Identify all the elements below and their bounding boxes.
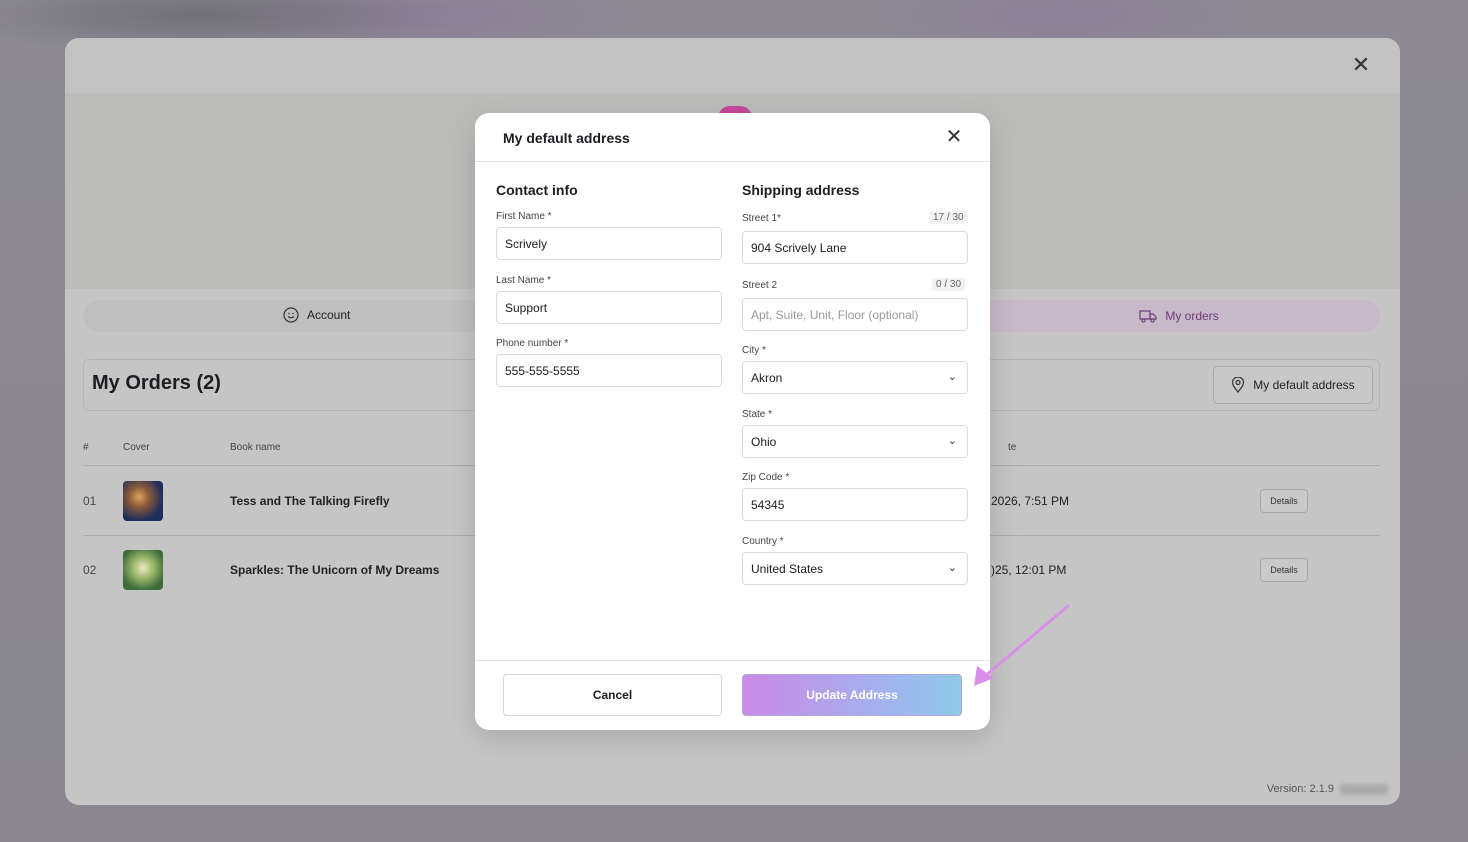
cancel-button[interactable]: Cancel: [503, 674, 722, 716]
close-icon[interactable]: ✕: [944, 127, 964, 147]
chevron-down-icon: ⌄: [947, 562, 957, 574]
col-header-number: #: [83, 442, 89, 453]
tab-account-label: Account: [307, 308, 351, 322]
book-name: Sparkles: The Unicorn of My Dreams: [230, 563, 440, 577]
version-text: Version: 2.1.9: [1266, 783, 1334, 795]
default-address-button-label: My default address: [1253, 378, 1355, 392]
last-name-label: Last Name *: [496, 275, 552, 286]
truck-icon: [1139, 310, 1157, 323]
order-date: )25, 12:01 PM: [991, 563, 1067, 577]
city-label: City *: [742, 345, 766, 356]
phone-field[interactable]: 555-555-5555: [496, 354, 722, 387]
country-select[interactable]: United States ⌄: [742, 552, 968, 585]
city-select[interactable]: Akron ⌄: [742, 361, 968, 394]
chevron-down-icon: ⌄: [947, 371, 957, 383]
phone-label: Phone number *: [496, 338, 569, 349]
last-name-field[interactable]: Support: [496, 291, 722, 324]
order-date: 2026, 7:51 PM: [991, 494, 1070, 508]
update-address-button[interactable]: Update Address: [742, 674, 962, 716]
row-number: 02: [83, 563, 97, 577]
chevron-down-icon: ⌄: [947, 435, 957, 447]
map-pin-icon: [1232, 377, 1245, 393]
street1-char-counter: 17 / 30: [929, 211, 968, 224]
state-select[interactable]: Ohio ⌄: [742, 425, 968, 458]
street1-field[interactable]: 904 Scrively Lane: [742, 231, 968, 264]
smile-icon: [283, 307, 299, 323]
details-button[interactable]: Details: [1260, 558, 1308, 582]
modal-title: My default address: [503, 130, 630, 146]
country-select-value: United States: [751, 561, 824, 576]
tab-account[interactable]: Account: [283, 307, 350, 323]
divider: [475, 660, 990, 661]
contact-info-title: Contact info: [496, 182, 578, 198]
col-header-cover: Cover: [123, 442, 150, 453]
details-button[interactable]: Details: [1260, 489, 1308, 513]
shipping-address-title: Shipping address: [742, 182, 860, 198]
first-name-field[interactable]: Scrively: [496, 227, 722, 260]
col-header-book-name: Book name: [230, 442, 281, 453]
zip-field[interactable]: 54345: [742, 488, 968, 521]
book-cover-image: [123, 550, 163, 590]
street2-label: Street 2: [742, 280, 778, 291]
tab-my-orders-label: My orders: [1165, 309, 1219, 323]
version-label: Version: 2.1.9: [1267, 783, 1388, 795]
country-label: Country *: [742, 536, 784, 547]
state-select-value: Ohio: [751, 434, 777, 449]
street2-char-counter: 0 / 30: [932, 278, 966, 291]
default-address-button[interactable]: My default address: [1213, 366, 1373, 404]
zip-label: Zip Code *: [742, 472, 790, 483]
first-name-label: First Name *: [496, 211, 552, 222]
street2-field[interactable]: Apt, Suite, Unit, Floor (optional): [742, 298, 968, 331]
row-number: 01: [83, 494, 97, 508]
default-address-modal: My default address ✕ Contact info First …: [475, 113, 990, 730]
book-name: Tess and The Talking Firefly: [230, 494, 390, 508]
city-select-value: Akron: [751, 370, 783, 385]
book-cover-image: [123, 481, 163, 521]
modal-header: My default address ✕: [475, 113, 990, 162]
redacted-text: [1340, 783, 1388, 795]
app-topbar: [65, 38, 1400, 93]
col-header-date: te: [1008, 442, 1017, 453]
annotation-arrow-icon: [974, 604, 1070, 686]
street1-label: Street 1*: [742, 213, 781, 224]
close-icon[interactable]: ✕: [1350, 54, 1372, 76]
tab-my-orders[interactable]: My orders: [978, 300, 1380, 332]
page-title: My Orders (2): [92, 372, 221, 394]
state-label: State *: [742, 409, 773, 420]
